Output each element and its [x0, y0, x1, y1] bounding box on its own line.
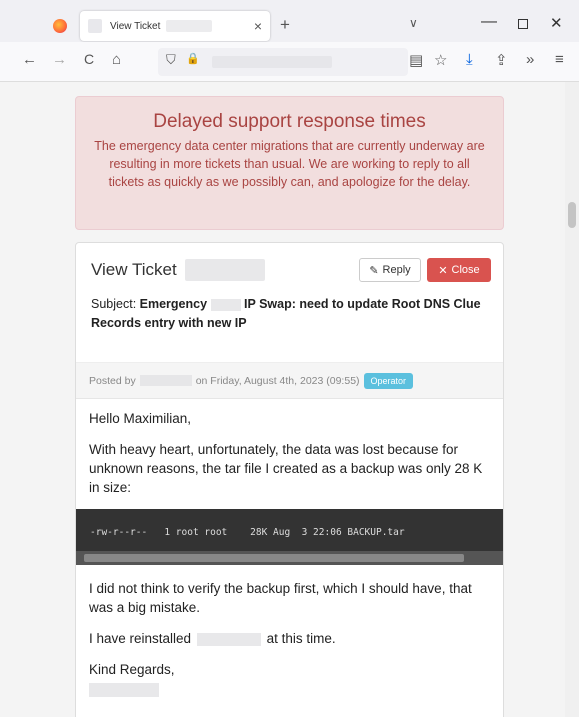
minimize-icon[interactable]: —: [481, 13, 497, 31]
ticket-header: View Ticket ✎ Reply ✕ Close Subject: Eme…: [76, 243, 503, 363]
lock-icon[interactable]: 🔒: [186, 52, 200, 65]
subject-prefix: Subject:: [91, 297, 137, 311]
ticket-subject: Subject: Emergency IP Swap: need to upda…: [91, 295, 488, 333]
tab-close-icon[interactable]: ×: [254, 18, 262, 34]
subject-redacted: [210, 298, 241, 311]
overflow-icon[interactable]: »: [526, 51, 534, 68]
share-icon[interactable]: ⇪: [495, 51, 508, 69]
paragraph-1: With heavy heart, unfortunately, the dat…: [89, 442, 483, 495]
message-body: Hello Maximilian, With heavy heart, unfo…: [76, 399, 503, 707]
software-redacted: [196, 632, 261, 646]
close-ticket-button[interactable]: ✕ Close: [427, 258, 491, 282]
subject-part-1: Emergency: [139, 297, 208, 311]
home-icon[interactable]: ⌂: [112, 51, 121, 68]
bookmark-star-icon[interactable]: ☆: [434, 51, 447, 69]
poster-redacted: [139, 375, 192, 386]
code-line: -rw-r--r-- 1 root root 28K Aug 3 22:06 B…: [90, 527, 405, 538]
page-scrollbar[interactable]: [565, 82, 579, 717]
tab-title-redacted: [166, 20, 213, 32]
reader-view-icon[interactable]: ▤: [409, 51, 423, 69]
tab-title: View Ticket: [110, 20, 161, 32]
ticket-panel: View Ticket ✎ Reply ✕ Close Subject: Eme…: [75, 242, 504, 717]
greeting: Hello Maximilian,: [89, 411, 192, 426]
paragraph-3-end: at this time.: [266, 631, 336, 646]
download-icon[interactable]: ⤓: [466, 51, 473, 68]
window-close-icon[interactable]: ✕: [550, 14, 563, 32]
code-scroll-thumb[interactable]: [84, 554, 464, 562]
forward-icon[interactable]: →: [52, 51, 67, 68]
code-scrollbar[interactable]: [76, 551, 503, 565]
reply-button[interactable]: ✎ Reply: [359, 258, 421, 282]
page-title-text: View Ticket: [91, 260, 177, 279]
reply-label: Reply: [382, 264, 411, 276]
posted-on: on Friday, August 4th, 2023 (09:55): [195, 374, 360, 387]
support-delay-alert: Delayed support response times The emerg…: [75, 96, 504, 230]
menu-icon[interactable]: ≡: [555, 51, 564, 68]
new-tab-icon[interactable]: +: [280, 15, 290, 35]
posted-by-label: Posted by: [89, 374, 136, 387]
signature-redacted: [89, 683, 159, 697]
back-icon[interactable]: ←: [22, 51, 37, 68]
post-meta: Posted by on Friday, August 4th, 2023 (0…: [76, 363, 503, 399]
paragraph-3: I have reinstalled at this time.: [89, 629, 490, 648]
x-icon: ✕: [438, 264, 448, 277]
nav-bar: ← → C ⌂ ⛉ 🔒 ▤ ☆ ⤓ ⇪ » ≡: [0, 42, 579, 82]
tab-bar: View Ticket × + ∨ — ✕: [0, 0, 579, 42]
favicon-icon: [88, 19, 102, 33]
alert-title: Delayed support response times: [153, 111, 426, 132]
firefox-logo-icon[interactable]: [53, 19, 67, 33]
tab-view-ticket[interactable]: View Ticket ×: [80, 11, 270, 41]
url-redacted: [212, 56, 332, 68]
paragraph-2: I did not think to verify the backup fir…: [89, 581, 472, 615]
page-scroll-thumb[interactable]: [568, 202, 576, 228]
url-bar[interactable]: ⛉ 🔒: [158, 48, 408, 76]
tab-list-icon[interactable]: ∨: [409, 16, 418, 30]
close-label: Close: [451, 264, 480, 276]
closing: Kind Regards,: [89, 662, 175, 677]
code-block[interactable]: -rw-r--r-- 1 root root 28K Aug 3 22:06 B…: [76, 509, 503, 565]
reload-icon[interactable]: C: [84, 51, 94, 67]
paragraph-3-start: I have reinstalled: [89, 631, 192, 646]
shield-icon[interactable]: ⛉: [166, 52, 176, 68]
ticket-id-redacted: [184, 259, 265, 281]
maximize-icon[interactable]: [518, 19, 528, 29]
page-content: Delayed support response times The emerg…: [0, 82, 579, 717]
alert-body: The emergency data center migrations tha…: [94, 139, 485, 189]
pencil-icon: ✎: [369, 264, 379, 277]
operator-badge: Operator: [363, 372, 414, 389]
